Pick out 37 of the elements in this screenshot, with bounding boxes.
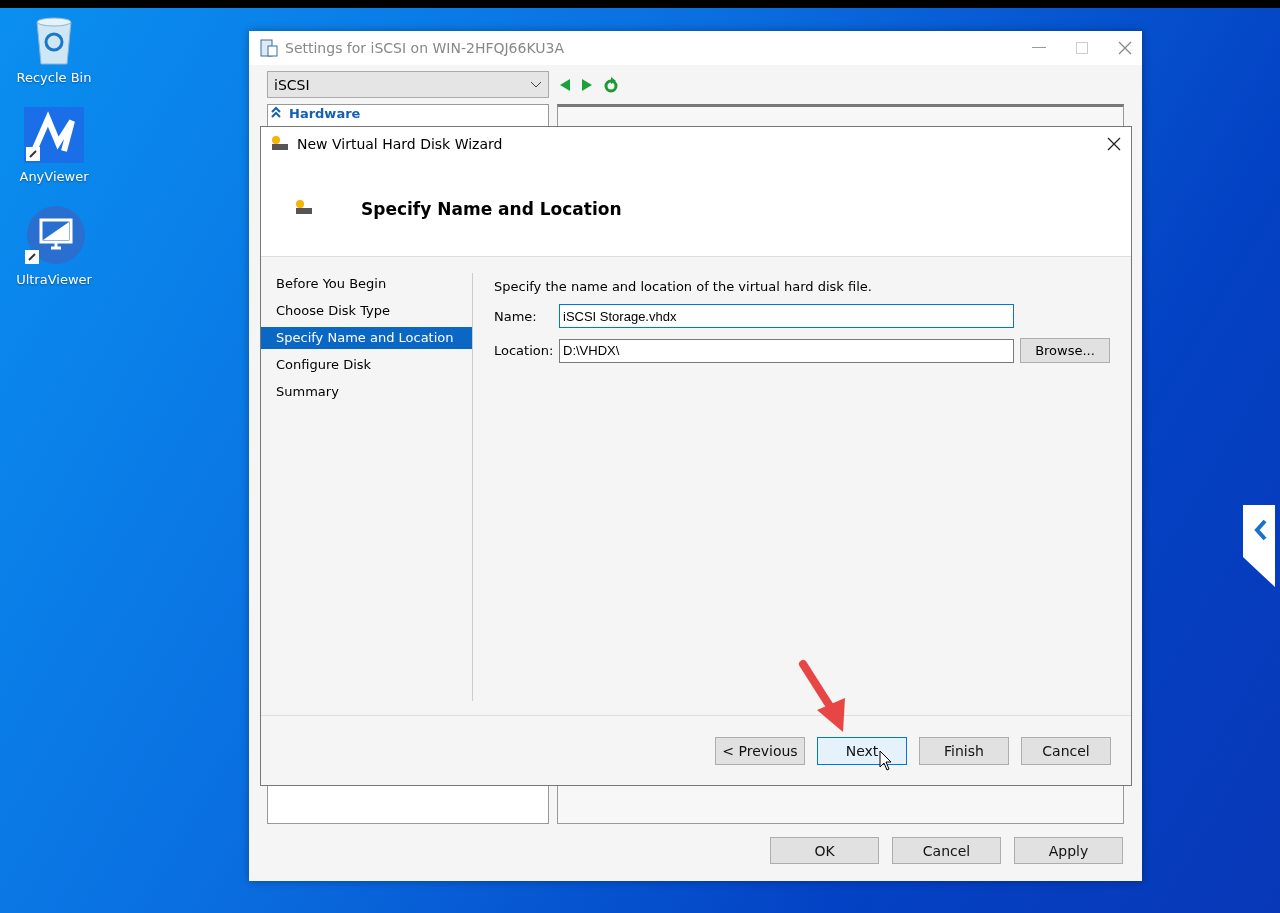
browse-button[interactable]: Browse... [1020, 338, 1110, 363]
dialog-title: New Virtual Hard Disk Wizard [297, 136, 504, 152]
field-label: Location: [494, 343, 553, 358]
text-field[interactable]: D:\VHDX\ [559, 338, 1014, 363]
wizard-button[interactable]: Next [817, 736, 907, 765]
wizard-button[interactable]: < Previous [715, 736, 805, 765]
desktop-icon-label[interactable]: UltraViewer [16, 272, 92, 287]
settings-icon [259, 38, 279, 58]
wizard-button[interactable]: Cancel [1021, 736, 1111, 765]
minimize-icon[interactable] [1032, 47, 1046, 49]
dialog-button[interactable]: Apply [1014, 837, 1123, 864]
back-icon[interactable] [559, 77, 571, 92]
instruction-text: Specify the name and location of the virtual hard disk file. [494, 279, 873, 294]
app-logo-icon[interactable] [24, 107, 84, 165]
wizard-step[interactable]: Specify Name and Location [261, 327, 472, 349]
wizard-step[interactable]: Before You Begin [261, 273, 472, 295]
wizard-button[interactable]: Finish [919, 736, 1009, 765]
desktop-icon-label[interactable]: AnyViewer [19, 169, 89, 184]
wizard-step[interactable]: Configure Disk [261, 354, 472, 376]
mouse-cursor-icon [879, 749, 893, 772]
collapse-icon[interactable] [271, 106, 281, 118]
side-panel-tab[interactable] [1243, 505, 1275, 587]
text-field[interactable]: iSCSI Storage.vhdx [559, 304, 1014, 328]
caret-icon[interactable] [530, 80, 542, 89]
tree-heading[interactable]: Hardware [289, 106, 361, 121]
close-icon[interactable] [1107, 137, 1121, 151]
forward-icon[interactable] [581, 77, 593, 92]
vm-dropdown[interactable]: iSCSI [267, 71, 549, 98]
dialog-button[interactable]: OK [770, 837, 879, 864]
wizard-step[interactable]: Choose Disk Type [261, 300, 472, 322]
field-label: Name: [494, 308, 538, 324]
wizard-step[interactable]: Summary [261, 381, 472, 403]
dialog-button[interactable]: Cancel [892, 837, 1001, 864]
refresh-icon[interactable] [603, 76, 619, 93]
page-heading: Specify Name and Location [361, 198, 622, 219]
window-title: Settings for iSCSI on WIN-2HFQJ66KU3A [285, 40, 565, 56]
desktop-icon-label[interactable]: Recycle Bin [16, 70, 92, 85]
